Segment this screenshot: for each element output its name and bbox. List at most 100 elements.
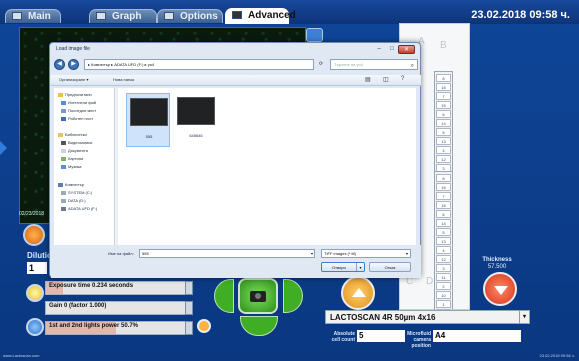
channel-slot[interactable]: 16 [436, 83, 451, 91]
tab-main[interactable]: Main [5, 9, 61, 23]
filetype-value: TIFF images (*.tif) [324, 251, 357, 256]
graph-icon [96, 12, 106, 20]
monitor-icon [12, 12, 22, 20]
channel-slot[interactable]: 13 [436, 237, 451, 245]
move-left-button[interactable] [214, 279, 234, 313]
exposure-stepper[interactable] [185, 281, 193, 295]
organize-menu[interactable]: Организиране ▾ [59, 77, 88, 82]
nav-item[interactable]: Картини [61, 156, 83, 161]
exposure-label: Exposure time 0.234 seconds [49, 283, 134, 289]
nav-item[interactable]: Последни мест [61, 108, 96, 113]
nav-item[interactable]: ADATA UFD (F:) [61, 206, 97, 211]
settings-small-button[interactable] [197, 319, 211, 333]
nav-item[interactable]: SYSTEM (C:) [61, 190, 92, 195]
channel-slot[interactable]: 8 [436, 174, 451, 182]
channel-slot[interactable]: 4 [436, 246, 451, 254]
tab-options[interactable]: Options [157, 9, 223, 23]
file-item[interactable]: 645646 [174, 93, 218, 147]
image-thumbnail [177, 97, 215, 125]
nav-item[interactable]: Музика [61, 164, 82, 169]
channel-slot[interactable]: 14 [436, 219, 451, 227]
open-button[interactable]: Отвори ▾ [321, 262, 365, 272]
move-right-button[interactable] [283, 279, 303, 313]
chevron-down-icon[interactable]: ▾ [356, 263, 364, 271]
nav-item-label: Картини [68, 156, 84, 161]
nav-item[interactable]: Работен плот [61, 116, 93, 121]
filetype-select[interactable]: TIFF images (*.tif) ▾ [321, 249, 411, 258]
expand-arrow-icon[interactable] [0, 141, 7, 155]
channel-slot[interactable]: 5 [436, 128, 451, 136]
channel-slot[interactable]: 3 [436, 264, 451, 272]
move-down-button[interactable] [240, 316, 278, 336]
folder-icon [61, 148, 66, 153]
view-options-icon[interactable]: ▤ [365, 76, 371, 83]
cancel-button[interactable]: Отказ [369, 262, 411, 272]
thickness-label: Thickness [482, 257, 512, 263]
nav-item-label: Изтеглени фай [68, 100, 96, 105]
nav-item[interactable]: Изтеглени фай [61, 100, 96, 105]
nav-item-label: Компютър [65, 182, 84, 187]
channel-slot[interactable]: 1 [436, 300, 451, 308]
channel-slot[interactable]: 6 [436, 210, 451, 218]
dialog-close-button[interactable]: ✕ [398, 45, 415, 54]
folder-icon [61, 206, 66, 211]
thickness-value: 57.500 [487, 264, 507, 270]
gain-slider[interactable]: Gain 0 (factor 1.000) [45, 301, 193, 315]
refresh-icon[interactable]: ⟳ [316, 59, 326, 70]
filename-input[interactable]: 555 ▾ [139, 249, 315, 258]
channel-slot[interactable]: 2 [436, 282, 451, 290]
channel-slot[interactable]: 14 [436, 119, 451, 127]
channel-slot[interactable]: 12 [436, 255, 451, 263]
nav-item[interactable]: Компютър [58, 182, 84, 187]
help-icon[interactable]: ? [401, 76, 404, 82]
channel-slot[interactable]: 13 [436, 137, 451, 145]
capture-button[interactable] [238, 278, 278, 314]
channel-slot[interactable]: 8 [436, 74, 451, 82]
channel-slot[interactable]: 11 [436, 273, 451, 281]
lights-power-slider[interactable]: 1st and 2nd lights power 50.7% [45, 321, 193, 335]
move-down-slide-button[interactable] [483, 272, 517, 306]
tab-advanced[interactable]: Advanced [225, 8, 296, 24]
snapshot-corner-button[interactable] [306, 28, 323, 42]
channel-slot[interactable]: 12 [436, 155, 451, 163]
lights-power-button[interactable] [26, 318, 44, 336]
forward-icon[interactable]: ▶ [68, 59, 79, 70]
channel-slot[interactable]: 4 [436, 146, 451, 154]
nav-item-label: Видеозаписи [68, 140, 93, 145]
gain-stepper[interactable] [185, 301, 193, 315]
channel-slot[interactable]: 6 [436, 110, 451, 118]
move-up-slide-button[interactable] [341, 276, 375, 310]
tab-graph[interactable]: Graph [89, 9, 157, 23]
exposure-slider[interactable]: Exposure time 0.234 seconds [45, 281, 193, 295]
channel-slot[interactable]: 5 [436, 228, 451, 236]
preview-pane-icon[interactable]: ◫ [383, 76, 389, 83]
dilution-input[interactable]: 1 [27, 262, 47, 274]
absolute-cell-count-label: Absolute cell count [331, 331, 355, 343]
nav-item[interactable]: Видеозаписи [61, 140, 92, 145]
channel-slot[interactable]: 10 [436, 291, 451, 299]
nav-item[interactable]: Документи [61, 148, 88, 153]
lights-power-stepper[interactable] [185, 321, 193, 335]
side-orange-button[interactable] [23, 224, 45, 246]
address-bar[interactable]: ▸ Компютър ▸ ADATA UFD (F:) ▸ yo4 [84, 59, 314, 70]
slide-type-select[interactable]: LACTOSCAN 4R 50µm 4x16 ▾ [325, 310, 530, 324]
nav-item[interactable]: DATA (D:) [61, 198, 86, 203]
channel-slot[interactable]: 7 [436, 192, 451, 200]
chevron-down-icon: ▾ [519, 311, 529, 323]
search-input[interactable]: Търсене на yo4 ⌕ [330, 59, 418, 70]
maximize-icon[interactable]: □ [387, 46, 397, 53]
nav-item[interactable]: Предпочитани [58, 92, 92, 97]
channel-slot[interactable]: 7 [436, 92, 451, 100]
light-bulb-button[interactable] [26, 284, 44, 302]
folder-icon [61, 198, 66, 203]
tab-graph-label: Graph [112, 11, 142, 22]
minimize-icon[interactable]: – [374, 46, 384, 53]
channel-slot[interactable]: 15 [436, 101, 451, 109]
folder-icon [61, 190, 66, 195]
file-item[interactable]: 555 [126, 93, 170, 147]
new-folder-button[interactable]: Нова папка [113, 77, 134, 82]
back-icon[interactable]: ◀ [54, 59, 65, 70]
nav-item[interactable]: Библиотеки [58, 132, 87, 137]
channel-slot[interactable]: 15 [436, 201, 451, 209]
channel-slot[interactable]: 16 [436, 183, 451, 191]
